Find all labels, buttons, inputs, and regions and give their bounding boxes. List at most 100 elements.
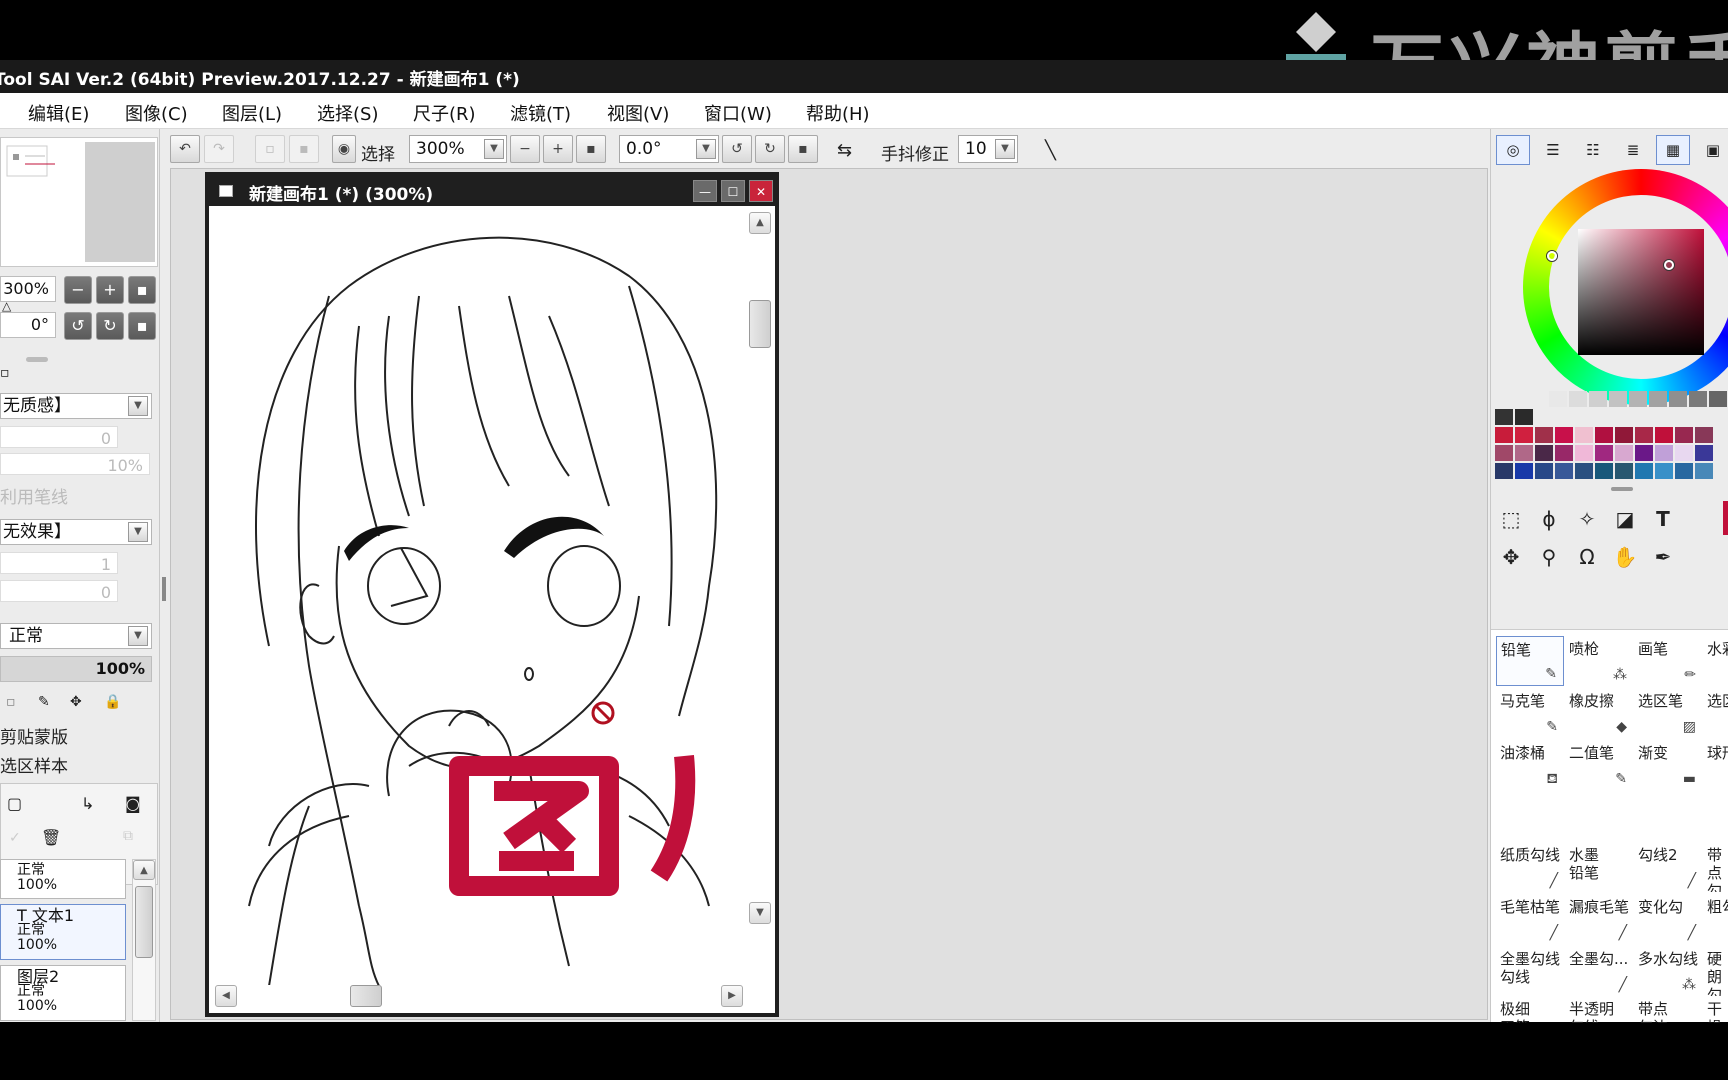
slider-marker-icon[interactable]: △ (2, 299, 11, 313)
minimize-button[interactable]: — (693, 180, 717, 202)
swatch[interactable] (1515, 427, 1533, 443)
texture-strength-field[interactable]: 0 (0, 426, 118, 448)
brush-dotted-edge[interactable]: 带点勾边 (1703, 842, 1728, 892)
zoom-out-button[interactable]: − (510, 135, 540, 163)
swatch[interactable] (1635, 427, 1653, 443)
rotate-right-button[interactable]: ↻ (755, 135, 785, 163)
swatch[interactable] (1515, 445, 1533, 461)
menu-filter[interactable]: 滤镜(T) (510, 100, 571, 126)
swatch[interactable] (1535, 427, 1553, 443)
swatch[interactable] (1629, 391, 1647, 407)
brush-select-pen[interactable]: 选区笔 ▨ (1634, 688, 1702, 738)
brush-dotted-edge-2[interactable]: 带点勾边 (1634, 996, 1670, 1023)
swatch[interactable] (1695, 463, 1713, 479)
brush-translucent-line[interactable]: 半透明勾线 (1565, 996, 1615, 1023)
move-lock-icon[interactable]: ✥ (70, 694, 82, 710)
panel-splitter[interactable] (1611, 487, 1633, 491)
brush-pencil[interactable]: 铅笔 ✎ (1496, 636, 1564, 686)
layer-item-layer2[interactable]: 图层2 正常 100% (0, 965, 126, 1021)
nav-zoom-reset-button[interactable]: ▪ (128, 276, 156, 304)
brush-bucket[interactable]: 油漆桶 ⛾ (1496, 740, 1564, 790)
brush-paper-line[interactable]: 纸质勾线 ╱ (1496, 842, 1564, 892)
texture-select[interactable]: 无质感】 ▼ (0, 393, 152, 419)
swatch[interactable] (1615, 427, 1633, 443)
swatch[interactable] (1549, 391, 1567, 407)
layer-scroll-thumb[interactable] (135, 886, 153, 958)
hand-icon[interactable]: ✋ (1611, 543, 1639, 571)
rect-select-icon[interactable]: ⬚ (1497, 505, 1525, 533)
duplicate-layer-icon[interactable]: ⧉ (123, 828, 133, 844)
effect-width-field[interactable]: 1 (0, 552, 118, 574)
deselect-button[interactable]: ▫ (255, 135, 285, 163)
swatch[interactable] (1495, 409, 1513, 425)
lasso-icon[interactable]: ϕ (1535, 505, 1563, 533)
brush-eraser[interactable]: 橡皮擦 ◆ (1565, 688, 1633, 738)
brush-select-eraser[interactable]: 选区 (1703, 688, 1728, 738)
brush-watercolor[interactable]: 水彩 (1703, 636, 1728, 686)
layer-scrollbar[interactable]: ▲ (132, 859, 156, 1021)
close-button[interactable]: ✕ (749, 180, 773, 202)
brush-thick-line[interactable]: 粗勾 (1703, 894, 1728, 944)
effect-strength-field[interactable]: 0 (0, 580, 118, 602)
swatch[interactable] (1515, 409, 1533, 425)
zoom-in-button[interactable]: + (543, 135, 573, 163)
brush-marker[interactable]: 马克笔 ✎ (1496, 688, 1564, 738)
swatch[interactable] (1669, 391, 1687, 407)
swatch[interactable] (1535, 463, 1553, 479)
lock-icon[interactable]: 🔒 (104, 694, 121, 710)
trash-icon[interactable]: 🗑 (41, 828, 61, 847)
nav-rotate-right-button[interactable]: ↻ (96, 312, 124, 340)
swatch[interactable] (1675, 463, 1693, 479)
current-color-swatch[interactable] (1723, 501, 1728, 535)
brush-ink-pencil[interactable]: 水墨铅笔 (1565, 842, 1599, 892)
swatch[interactable] (1495, 445, 1513, 461)
eyedropper-icon[interactable]: ✒ (1649, 543, 1677, 571)
new-layer-icon[interactable]: ▢ (7, 794, 22, 813)
move-icon[interactable]: ✥ (1497, 543, 1525, 571)
swatch[interactable] (1575, 463, 1593, 479)
swatch[interactable] (1595, 463, 1613, 479)
brush-full-ink[interactable]: 全墨勾线勾线 (1496, 946, 1562, 996)
scroll-down-icon[interactable]: ▼ (749, 902, 771, 924)
layer-mask-icon[interactable]: ◙ (125, 794, 141, 813)
vertical-scrollbar[interactable]: ▲ ▼ (749, 212, 771, 982)
layer-item[interactable]: 正常 100% (0, 859, 126, 899)
swatches-tab-icon[interactable]: ▦ (1656, 135, 1690, 165)
zoom-reset-button[interactable]: ▪ (576, 135, 606, 163)
chevron-down-icon[interactable]: ▼ (484, 139, 504, 159)
swatch[interactable] (1635, 463, 1653, 479)
swatch[interactable] (1655, 445, 1673, 461)
swatch[interactable] (1515, 463, 1533, 479)
menu-help[interactable]: 帮助(H) (806, 100, 870, 126)
brush-dry-brush[interactable]: 毛笔枯笔 ╱ (1496, 894, 1564, 944)
rotation-combo[interactable]: 0.0° ▼ (619, 135, 719, 163)
rotate-left-button[interactable]: ↺ (722, 135, 752, 163)
horizontal-scrollbar[interactable]: ◀ ▶ (215, 985, 745, 1009)
effect-select[interactable]: 无效果】 ▼ (0, 519, 152, 545)
undo-button[interactable]: ↶ (170, 135, 200, 163)
swatch[interactable] (1555, 445, 1573, 461)
document-window[interactable]: 新建画布1 (*) (300%) — ☐ ✕ ▲ ▼ ◀ ▶ (205, 172, 779, 1017)
chevron-down-icon[interactable]: ▼ (128, 522, 148, 542)
brush-sphere[interactable]: 球形 (1703, 740, 1728, 790)
swatch[interactable] (1635, 445, 1653, 461)
brush-binary-pen[interactable]: 二值笔 ✎ (1565, 740, 1633, 790)
rotate-icon[interactable]: Ω (1573, 543, 1601, 571)
nav-rotate-left-button[interactable]: ↺ (64, 312, 92, 340)
swatch[interactable] (1615, 445, 1633, 461)
text-tool-icon[interactable]: T (1649, 505, 1677, 533)
panel-resize-handle[interactable] (162, 577, 166, 601)
swatch[interactable] (1495, 427, 1513, 443)
texture-scale-field[interactable]: 10% (0, 453, 150, 475)
eye-icon[interactable]: ◉ (332, 135, 356, 163)
swatch[interactable] (1675, 445, 1693, 461)
nav-zoom-in-button[interactable]: + (96, 276, 124, 304)
swatch[interactable] (1595, 427, 1613, 443)
nav-rotation-field[interactable]: 0° (0, 312, 56, 338)
swatch[interactable] (1609, 391, 1627, 407)
swatch[interactable] (1695, 445, 1713, 461)
maximize-button[interactable]: ☐ (721, 180, 745, 202)
scratchpad-tab-icon[interactable]: ▣ (1696, 135, 1728, 165)
brush-hard-line[interactable]: 硬朗勾线 (1703, 946, 1728, 996)
chevron-down-icon[interactable]: ▼ (995, 139, 1015, 159)
